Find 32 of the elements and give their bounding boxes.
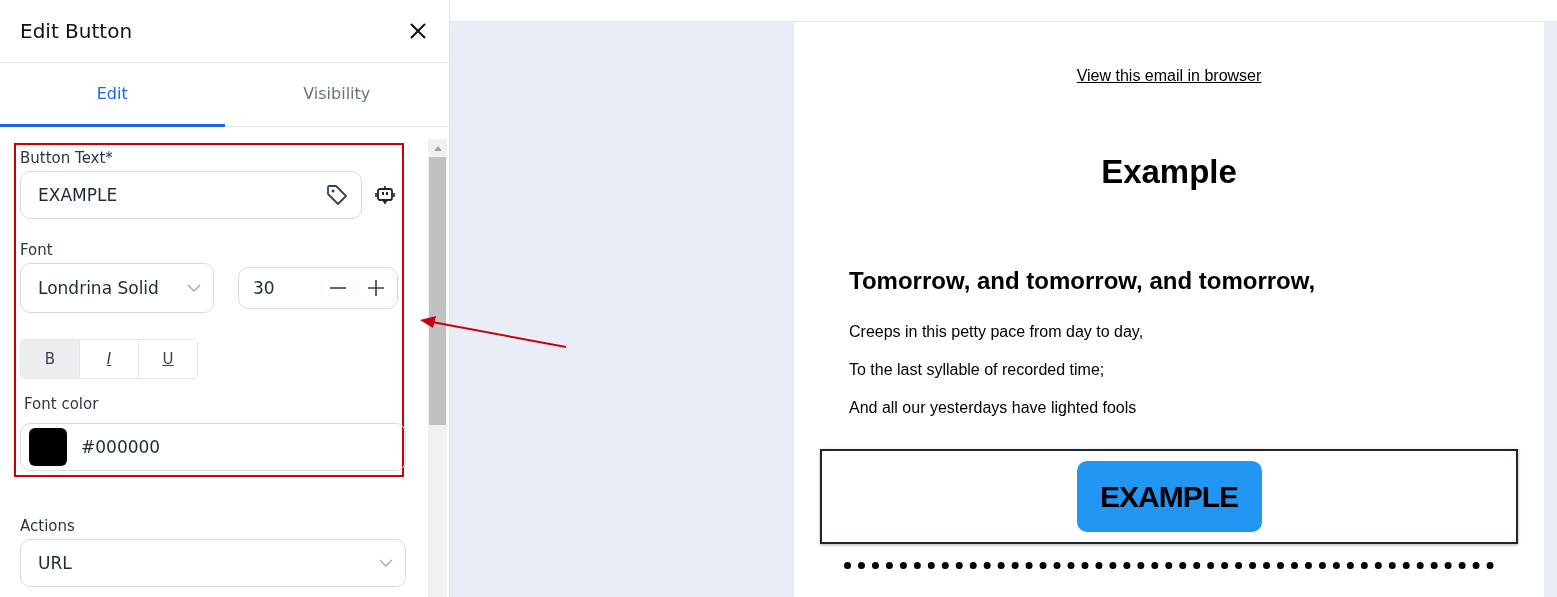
body-text: Creeps in this petty pace from day to day, (849, 323, 1145, 341)
field-label: Font (20, 241, 54, 259)
scrollbar[interactable] (428, 139, 447, 597)
style-toggle[interactable]: B (21, 340, 80, 378)
plus-button[interactable] (359, 275, 393, 301)
minus-button[interactable] (321, 275, 355, 301)
field-label: Actions (20, 517, 76, 535)
size-stepper[interactable]: 30 (238, 267, 398, 309)
field-label: Button Text* (20, 149, 114, 167)
robot-icon[interactable] (374, 184, 396, 206)
color-field[interactable]: #000000 (20, 423, 406, 471)
minus-icon (330, 287, 346, 289)
panel-title: Edit Button (20, 19, 133, 43)
browser-link[interactable]: View this email in browser (1076, 67, 1262, 85)
text-field[interactable]: EXAMPLE (20, 171, 362, 219)
email-heading: Tomorrow, and tomorrow, and tomorrow, (849, 267, 1317, 295)
button-block[interactable]: EXAMPLE (820, 449, 1518, 544)
tab[interactable]: Edit (0, 63, 225, 127)
email-button[interactable]: EXAMPLE (1076, 461, 1262, 532)
close-icon[interactable] (409, 22, 427, 40)
tag-icon[interactable] (325, 183, 349, 207)
email-title: Example (1101, 153, 1237, 191)
chevron-icon (379, 559, 393, 567)
body-text: To the last syllable of recorded time; (849, 361, 1106, 379)
field-label: Font color (24, 395, 100, 413)
plus-icon (368, 280, 384, 296)
font-dropdown[interactable]: Londrina Solid (20, 263, 214, 313)
tab[interactable]: Visibility (224, 63, 449, 127)
actions-dropdown[interactable]: URL (20, 539, 406, 587)
chevron-icon (187, 284, 201, 292)
color-swatch[interactable] (29, 428, 67, 466)
body-text: And all our yesterdays have lighted fools (849, 399, 1138, 417)
